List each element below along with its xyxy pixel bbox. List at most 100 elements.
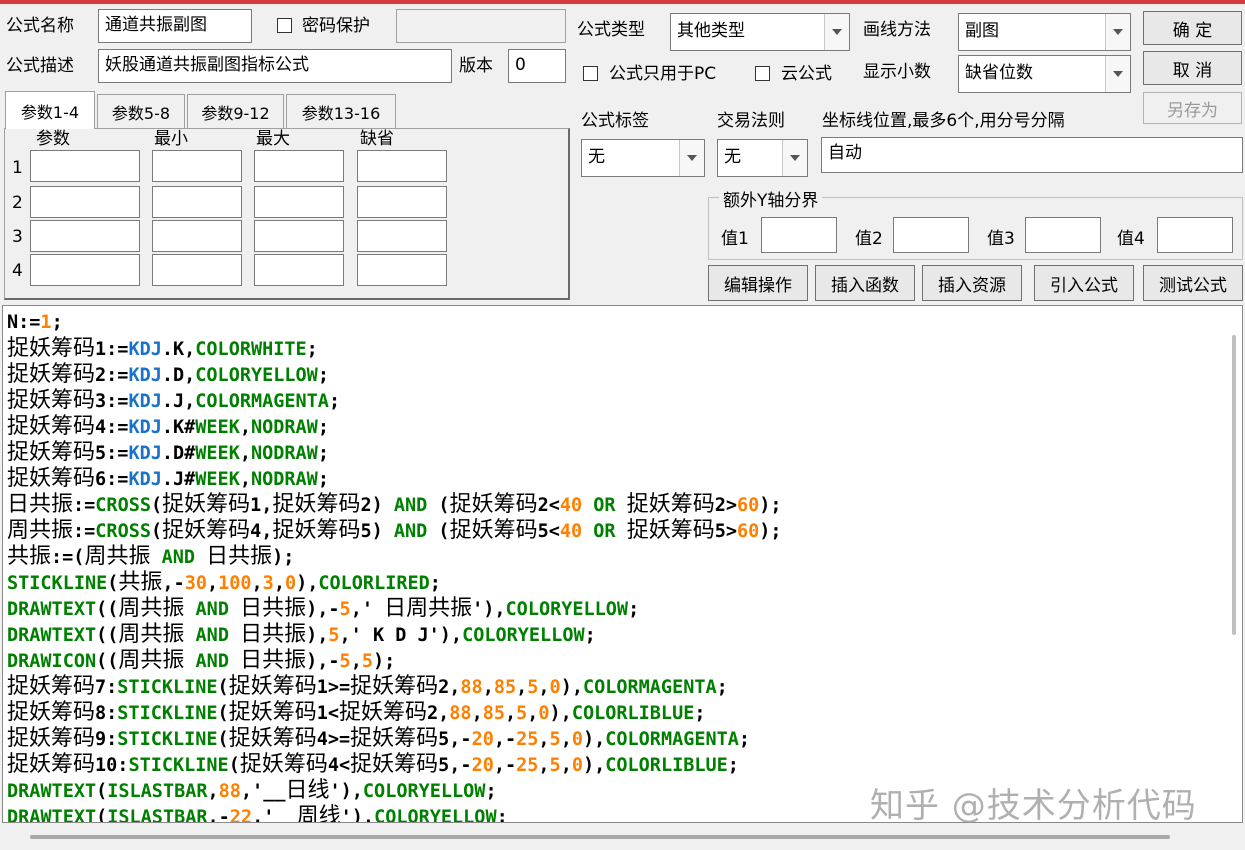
trade-rule-select[interactable]: 无 [717,139,808,177]
code-editor[interactable]: N:=1; 捉妖筹码1:=KDJ.K,COLORWHITE; 捉妖筹码2:=KDJ.… [2,305,1243,823]
param-name-input[interactable] [30,254,140,286]
tab-params-1-4[interactable]: 参数1-4 [5,91,95,129]
param-default-input[interactable] [357,254,447,286]
code-token: 捉妖筹码 [7,414,96,439]
code-token: DRAWTEXT [7,625,97,646]
code-line[interactable]: 捉妖筹码3:=KDJ.J,COLORMAGENTA; [7,388,782,414]
code-token: ; [738,729,751,750]
insert-function-button[interactable]: 插入函数 [815,265,915,301]
code-line[interactable]: DRAWTEXT((周共振 AND 日共振),-5,' 日周共振'),COLOR… [7,596,782,622]
code-token: 5 [361,651,373,672]
code-line[interactable]: 捉妖筹码6:=KDJ.J#WEEK,NODRAW; [7,466,782,492]
code-token: 捉妖筹码 [7,466,96,491]
version-label: 版本 [459,56,493,76]
tab-params-5-8[interactable]: 参数5-8 [97,94,185,128]
param-row-number: 3 [12,227,23,247]
coord-line-input[interactable]: 自动 [821,137,1243,173]
scrollbar-thumb[interactable] [30,835,1170,839]
param-default-input[interactable] [357,186,447,218]
param-name-input[interactable] [30,150,140,182]
code-token: ; [727,755,739,776]
code-line[interactable]: DRAWTEXT((周共振 AND 日共振),5,' K D J'),COLOR… [7,622,782,648]
code-token: .J, [161,391,196,412]
code-token: 捉妖筹码 [272,518,361,543]
param-min-input[interactable] [152,254,242,286]
param-min-input[interactable] [152,150,242,182]
code-line[interactable]: DRAWICON((周共振 AND 日共振),-5,5); [7,648,782,674]
code-token: 5< [537,521,560,542]
code-line[interactable]: 捉妖筹码10:STICKLINE(捉妖筹码4<捉妖筹码5,-20,-25,5,0… [7,752,782,778]
pc-only-checkbox[interactable] [583,66,598,81]
param-max-input[interactable] [254,150,344,182]
param-max-input[interactable] [254,254,344,286]
y-value-4-input[interactable] [1157,217,1233,253]
tab-params-13-16[interactable]: 参数13-16 [286,94,396,128]
code-token: 捉妖筹码 [7,440,96,465]
cloud-formula-checkbox[interactable] [755,66,770,81]
code-line[interactable]: DRAWTEXT(ISLASTBAR,-22,' 周线'),COLORYELLO… [7,804,782,823]
formula-tag-select[interactable]: 无 [581,139,705,177]
test-formula-button[interactable]: 测试公式 [1143,265,1243,301]
formula-desc-input[interactable]: 妖股通道共振副图指标公式 [98,49,452,83]
code-token: KDJ [128,469,162,490]
param-min-input[interactable] [152,186,242,218]
edit-ops-button[interactable]: 编辑操作 [708,265,808,301]
chevron-down-icon [1105,56,1130,92]
code-line[interactable]: 捉妖筹码9:STICKLINE(捉妖筹码4>=捉妖筹码5,-20,-25,5,0… [7,726,782,752]
param-max-input[interactable] [254,186,344,218]
code-token: COLORYELLOW [374,807,497,823]
code-token: 捉妖筹码 [228,726,317,751]
code-line[interactable]: 日共振:=CROSS(捉妖筹码1,捉妖筹码2) AND (捉妖筹码2<40 OR… [7,492,782,518]
ok-button[interactable]: 确 定 [1143,11,1242,45]
param-row-number: 4 [12,261,23,281]
y-value-1-input[interactable] [761,217,837,253]
code-token: , [538,755,550,776]
param-name-input[interactable] [30,220,140,252]
password-checkbox[interactable] [277,18,292,33]
code-token: AND [195,651,229,672]
code-line[interactable]: 捉妖筹码4:=KDJ.K#WEEK,NODRAW; [7,414,782,440]
code-line[interactable]: 周共振:=CROSS(捉妖筹码4,捉妖筹码5) AND (捉妖筹码5<40 OR… [7,518,782,544]
draw-method-select[interactable]: 副图 [958,13,1131,51]
code-token: , [251,573,263,594]
code-token: ; [306,339,318,360]
version-input[interactable]: 0 [508,49,566,83]
code-line[interactable]: 捉妖筹码5:=KDJ.D#WEEK,NODRAW; [7,440,782,466]
code-token: ,' [252,807,297,823]
code-content[interactable]: N:=1; 捉妖筹码1:=KDJ.K,COLORWHITE; 捉妖筹码2:=KDJ.… [7,310,782,823]
y-value-2-input[interactable] [893,217,969,253]
code-line[interactable]: 捉妖筹码8:STICKLINE(捉妖筹码1<捉妖筹码2,88,85,5,0),C… [7,700,782,726]
code-token: (( [96,625,119,646]
param-min-input[interactable] [152,220,242,252]
formula-type-select[interactable]: 其他类型 [670,13,850,51]
code-line[interactable]: 捉妖筹码1:=KDJ.K,COLORWHITE; [7,336,782,362]
code-line[interactable]: DRAWTEXT(ISLASTBAR,88,'__日线'),COLORYELLO… [7,778,782,804]
insert-resource-button[interactable]: 插入资源 [922,265,1022,301]
code-token: 周共振 [118,596,185,621]
code-line[interactable]: 捉妖筹码7:STICKLINE(捉妖筹码1>=捉妖筹码2,88,85,5,0),… [7,674,782,700]
horizontal-scrollbar[interactable] [0,825,1245,850]
code-line[interactable]: STICKLINE(共振,-30,100,3,0),COLORLIRED; [7,570,782,596]
param-default-input[interactable] [357,220,447,252]
cancel-button[interactable]: 取 消 [1143,51,1242,85]
code-line[interactable]: 共振:=(周共振 AND 日共振); [7,544,782,570]
code-token: 日线 [285,778,330,803]
code-token: 周共振 [118,622,185,647]
formula-name-input[interactable]: 通道共振副图 [98,9,252,43]
decimals-select[interactable]: 缺省位数 [958,55,1131,93]
param-default-input[interactable] [357,150,447,182]
y-value-3-input[interactable] [1025,217,1101,253]
code-token: 周共振 [7,518,74,543]
import-formula-button[interactable]: 引入公式 [1034,265,1134,301]
param-max-input[interactable] [254,220,344,252]
code-line[interactable]: N:=1; [7,310,782,336]
param-name-input[interactable] [30,186,140,218]
vertical-scrollbar[interactable] [1232,335,1236,635]
tab-params-9-12[interactable]: 参数9-12 [187,94,284,128]
code-line[interactable]: 捉妖筹码2:=KDJ.D,COLORYELLOW; [7,362,782,388]
code-token: 25 [516,755,539,776]
code-token: 85 [493,677,517,698]
